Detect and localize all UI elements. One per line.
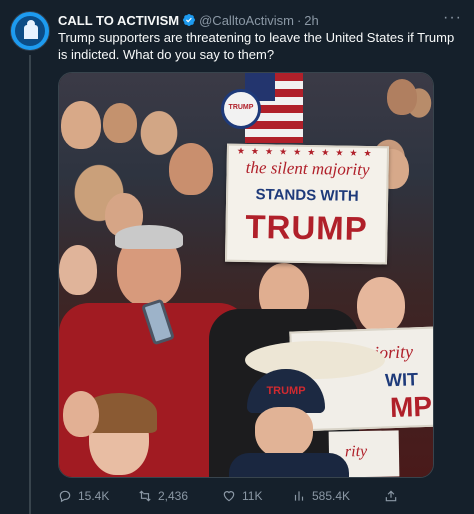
navy-jacket (229, 453, 349, 477)
tweet-header: CALL TO ACTIVISM @CalltoActivism · 2h (58, 11, 319, 29)
share-icon (385, 490, 397, 502)
heart-icon (223, 491, 235, 502)
views-count: 585.4K (312, 489, 351, 503)
author-name[interactable]: CALL TO ACTIVISM (58, 13, 179, 28)
crowd-face (387, 79, 417, 115)
avatar[interactable] (10, 11, 50, 51)
retweet-count: 2,436 (158, 489, 189, 503)
silent-majority-sign: ★★★★★★★★★★ the silent majority STANDS WI… (224, 143, 390, 265)
sign-line-1: the silent majority (245, 157, 370, 180)
crowd-face (169, 143, 213, 195)
timestamp[interactable]: 2h (304, 13, 318, 28)
tweet-image[interactable]: TRUMP ★★★★★★★★★★ the silent majority STA… (58, 72, 434, 478)
tweet-actions: 15.4K 2,436 11K 585.4K (58, 486, 398, 506)
like-count: 11K (242, 489, 263, 503)
sign-line-2: STANDS WITH (255, 186, 359, 205)
boy-face (63, 391, 99, 437)
sign-line-3: TRUMP (245, 207, 369, 248)
views-icon (294, 491, 304, 501)
more-icon[interactable]: ··· (443, 9, 462, 27)
views-button[interactable]: 585.4K (292, 486, 350, 506)
cap-text: TRUMP (266, 385, 306, 397)
man-hair (115, 225, 183, 249)
retweet-button[interactable]: 2,436 (138, 486, 188, 506)
like-button[interactable]: 11K (222, 486, 262, 506)
retweet-icon (139, 490, 151, 502)
verified-badge-icon (183, 14, 196, 26)
separator-dot: · (296, 12, 302, 28)
crowd-face (357, 277, 405, 333)
woman-face (255, 407, 313, 459)
crowd-face (61, 101, 101, 149)
tweet-text: Trump supporters are threatening to leav… (58, 30, 455, 62)
pin-text: TRUMP (228, 104, 254, 111)
third-sign-text: rity (344, 442, 368, 461)
thread-line (29, 55, 31, 514)
author-handle[interactable]: @CalltoActivism (199, 13, 294, 28)
crowd-face (103, 103, 137, 143)
reply-count: 15.4K (78, 489, 110, 503)
second-sign-line-2: WIT (384, 369, 419, 391)
reply-icon (59, 490, 71, 503)
reply-button[interactable]: 15.4K (58, 486, 109, 506)
trump-button-pin: TRUMP (221, 89, 261, 129)
share-button[interactable] (384, 486, 398, 506)
second-sign-line-3: MP (389, 390, 433, 424)
crowd-face (59, 245, 97, 295)
